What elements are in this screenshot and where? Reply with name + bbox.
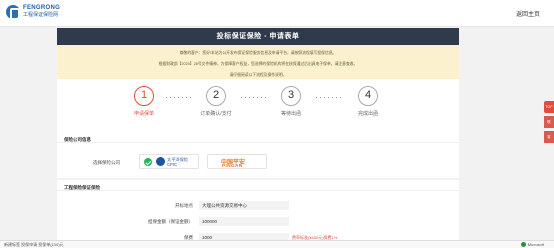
logo-chinese-text: 工程保证保险网 — [23, 12, 59, 18]
taskbar-status: Microsoft — [520, 242, 544, 248]
back-to-top-button[interactable]: TOP — [544, 101, 554, 113]
step-connector: ······· — [165, 92, 193, 102]
top-navbar: FENGRONG 工程保证保险网 返回主页 — [0, 0, 554, 27]
step-confirm: 2 订单确认/支付 — [191, 86, 241, 117]
step-number: 4 — [358, 86, 378, 106]
insurer-option-cpic[interactable]: 太平洋保险 CPIC — [139, 154, 199, 169]
home-link[interactable]: 返回主页 — [516, 9, 540, 18]
taskbar-status-text: Microsoft — [527, 242, 544, 247]
insurer-label: 选择保险公司 — [93, 160, 120, 165]
step-label: 申请保单 — [133, 111, 154, 117]
notice-box: 尊敬的客户：您好!本站为公开发布保证保险服务信息及申请平台，请按照流程填写投保信… — [57, 45, 459, 78]
step-label: 订单确认/支付 — [200, 111, 232, 117]
field-label: 担保金额（保证金额） — [148, 219, 193, 224]
taskbar-items[interactable]: 新建标签 投保申请 投保单(100)元 — [4, 242, 64, 248]
logo-english-text: FENGRONG — [23, 5, 61, 11]
step-connector: ······· — [315, 92, 343, 102]
bottom-taskbar: 新建标签 投保申请 投保单(100)元 Microsoft — [0, 240, 554, 248]
guarantee-form: 工程保险保证保险 开标地点 大理公共资源交易中心 担保金额（保证金额） 1000… — [57, 180, 459, 248]
logo-icon — [6, 5, 20, 20]
page-title: 投标保证保险 - 申请表单 — [57, 28, 459, 45]
step-apply: 1 申请保单 — [119, 86, 169, 117]
contact-button[interactable]: 联 — [544, 116, 554, 128]
insurer-option-pingan[interactable]: 中国平安 PINGAN — [207, 154, 267, 169]
form-row-amount: 担保金额（保证金额） 100000 — [57, 217, 459, 227]
pingan-english: PINGAN — [222, 163, 243, 169]
notice-line: 根据财政部【2020】28号文件精神，为保障客户权益，您选择的保险机构将在核保通… — [158, 62, 358, 66]
field-label: 开标地点 — [175, 203, 193, 208]
amount-field[interactable]: 100000 — [199, 217, 289, 226]
step-connector: ······· — [240, 92, 268, 102]
section-title: 保险公司信息 — [57, 132, 459, 143]
form-row-location: 开标地点 大理公共资源交易中心 — [57, 201, 459, 211]
step-label: 完成出函 — [357, 111, 378, 117]
notice-line: 请仔细阅读以下流程及操作说明。 — [229, 73, 287, 77]
site-logo[interactable]: FENGRONG 工程保证保险网 — [6, 5, 61, 20]
step-number: 3 — [281, 86, 301, 106]
insurer-select-row: 选择保险公司 太平洋保险 CPIC 中国平安 PINGAN — [57, 152, 459, 172]
step-waiting: 3 等待出函 — [266, 86, 316, 117]
step-number: 2 — [206, 86, 226, 106]
cpic-code: CPIC — [167, 161, 178, 167]
step-label: 等待出函 — [280, 111, 301, 117]
insurer-section: 保险公司信息 选择保险公司 太平洋保险 CPIC 中国平安 PINGAN — [57, 132, 459, 178]
status-icon — [520, 242, 526, 248]
check-icon — [144, 158, 152, 166]
progress-steps: 1 申请保单 ······· 2 订单确认/支付 ······· 3 等待出函 … — [57, 79, 459, 137]
side-toolbar: TOP 联 客 — [544, 101, 554, 146]
section-title: 工程保险保证保险 — [57, 180, 459, 191]
service-button[interactable]: 客 — [544, 131, 554, 143]
location-field[interactable]: 大理公共资源交易中心 — [199, 201, 289, 210]
notice-line: 尊敬的客户：您好!本站为公开发布保证保险服务信息及申请平台，请按照流程填写投保信… — [179, 51, 337, 55]
cpic-logo-icon — [156, 157, 165, 166]
step-complete: 4 完成出函 — [343, 86, 393, 117]
step-number: 1 — [134, 86, 154, 106]
